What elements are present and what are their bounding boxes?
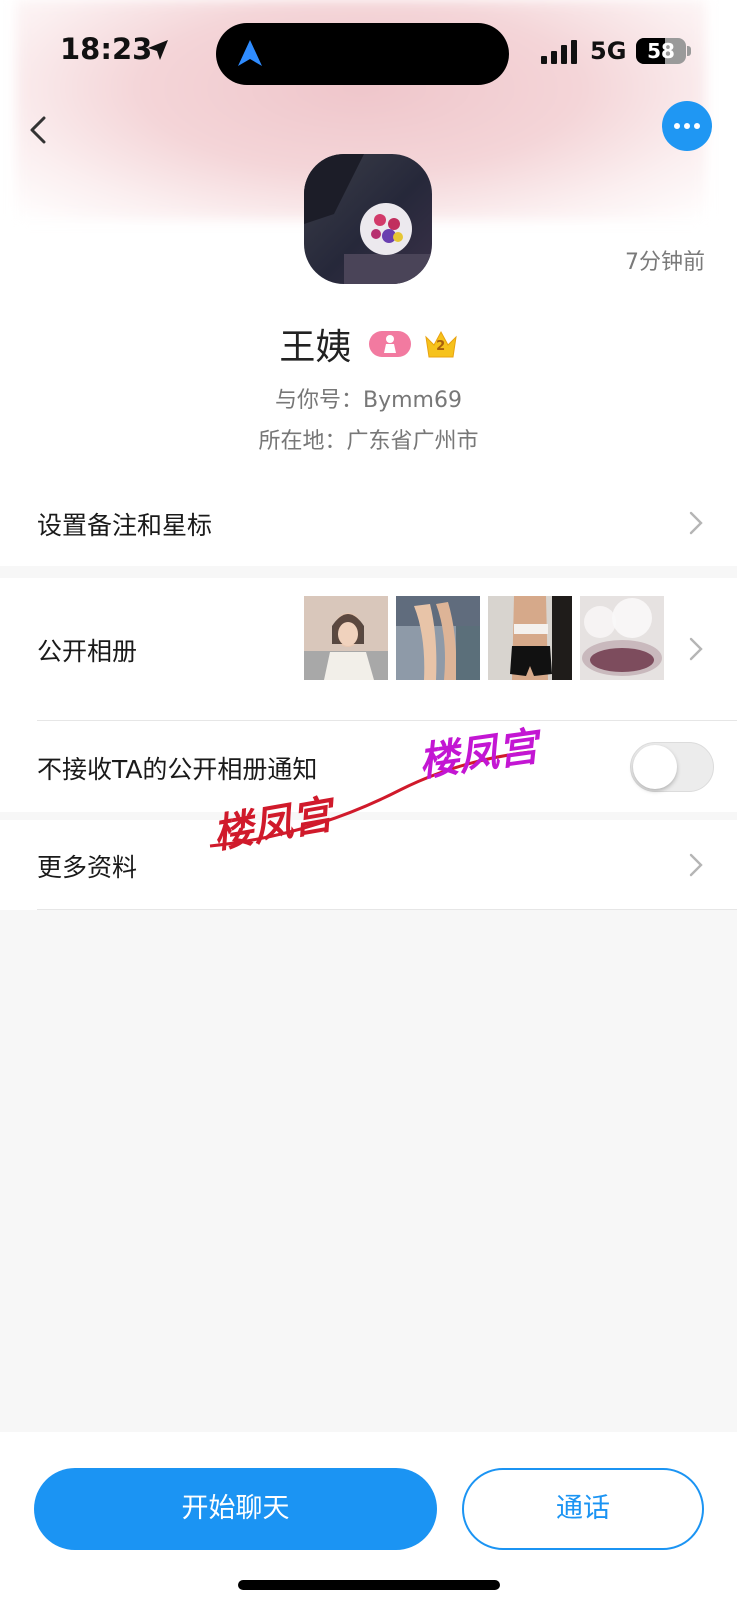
album-thumbnail[interactable]	[396, 596, 480, 680]
chevron-right-icon	[689, 853, 703, 877]
divider	[37, 720, 737, 721]
location-arrow-icon	[148, 40, 168, 60]
avatar[interactable]	[304, 154, 432, 284]
chevron-right-icon	[689, 511, 703, 535]
public-album-label: 公开相册	[37, 637, 138, 666]
back-button[interactable]	[20, 112, 60, 152]
call-button[interactable]: 通话	[462, 1468, 704, 1550]
chevron-left-icon	[30, 116, 46, 144]
battery-icon: 58	[636, 38, 686, 64]
remark-row[interactable]: 设置备注和星标	[0, 480, 737, 566]
status-bar: 18:23 5G 58	[0, 0, 737, 100]
status-time: 18:23	[60, 32, 153, 66]
name-row: 王姨 2	[0, 318, 737, 370]
avatar-photo	[304, 154, 432, 284]
home-indicator	[238, 1580, 500, 1590]
gender-badge	[368, 331, 411, 357]
album-notify-toggle[interactable]	[630, 742, 714, 792]
last-active-time: 7分钟前	[625, 250, 705, 275]
album-thumbnail[interactable]	[580, 596, 664, 680]
toggle-knob	[633, 745, 677, 789]
location: 所在地：广东省广州市	[258, 429, 479, 454]
more-horizontal-icon	[674, 123, 700, 129]
navigation-icon	[238, 40, 262, 66]
bottom-action-bar: 开始聊天 通话	[0, 1432, 737, 1600]
network-type: 5G	[590, 37, 627, 65]
level-number: 2	[436, 339, 446, 354]
more-options-button[interactable]	[662, 101, 712, 151]
cellular-signal-icon	[541, 40, 577, 64]
female-person-icon	[383, 335, 396, 353]
level-badge: 2	[424, 329, 458, 359]
album-thumbnail[interactable]	[488, 596, 572, 680]
start-chat-button[interactable]: 开始聊天	[34, 1468, 437, 1550]
battery-tip	[687, 46, 691, 56]
public-album-row[interactable]: 公开相册	[0, 578, 737, 720]
battery-level: 58	[647, 39, 675, 63]
album-thumbnail[interactable]	[304, 596, 388, 680]
remark-label: 设置备注和星标	[37, 511, 213, 540]
more-info-label: 更多资料	[37, 853, 138, 882]
profile-name: 王姨	[279, 327, 352, 368]
divider	[37, 909, 737, 910]
account-id: 与你号：Bymm69	[275, 388, 462, 413]
chevron-right-icon	[689, 637, 703, 661]
